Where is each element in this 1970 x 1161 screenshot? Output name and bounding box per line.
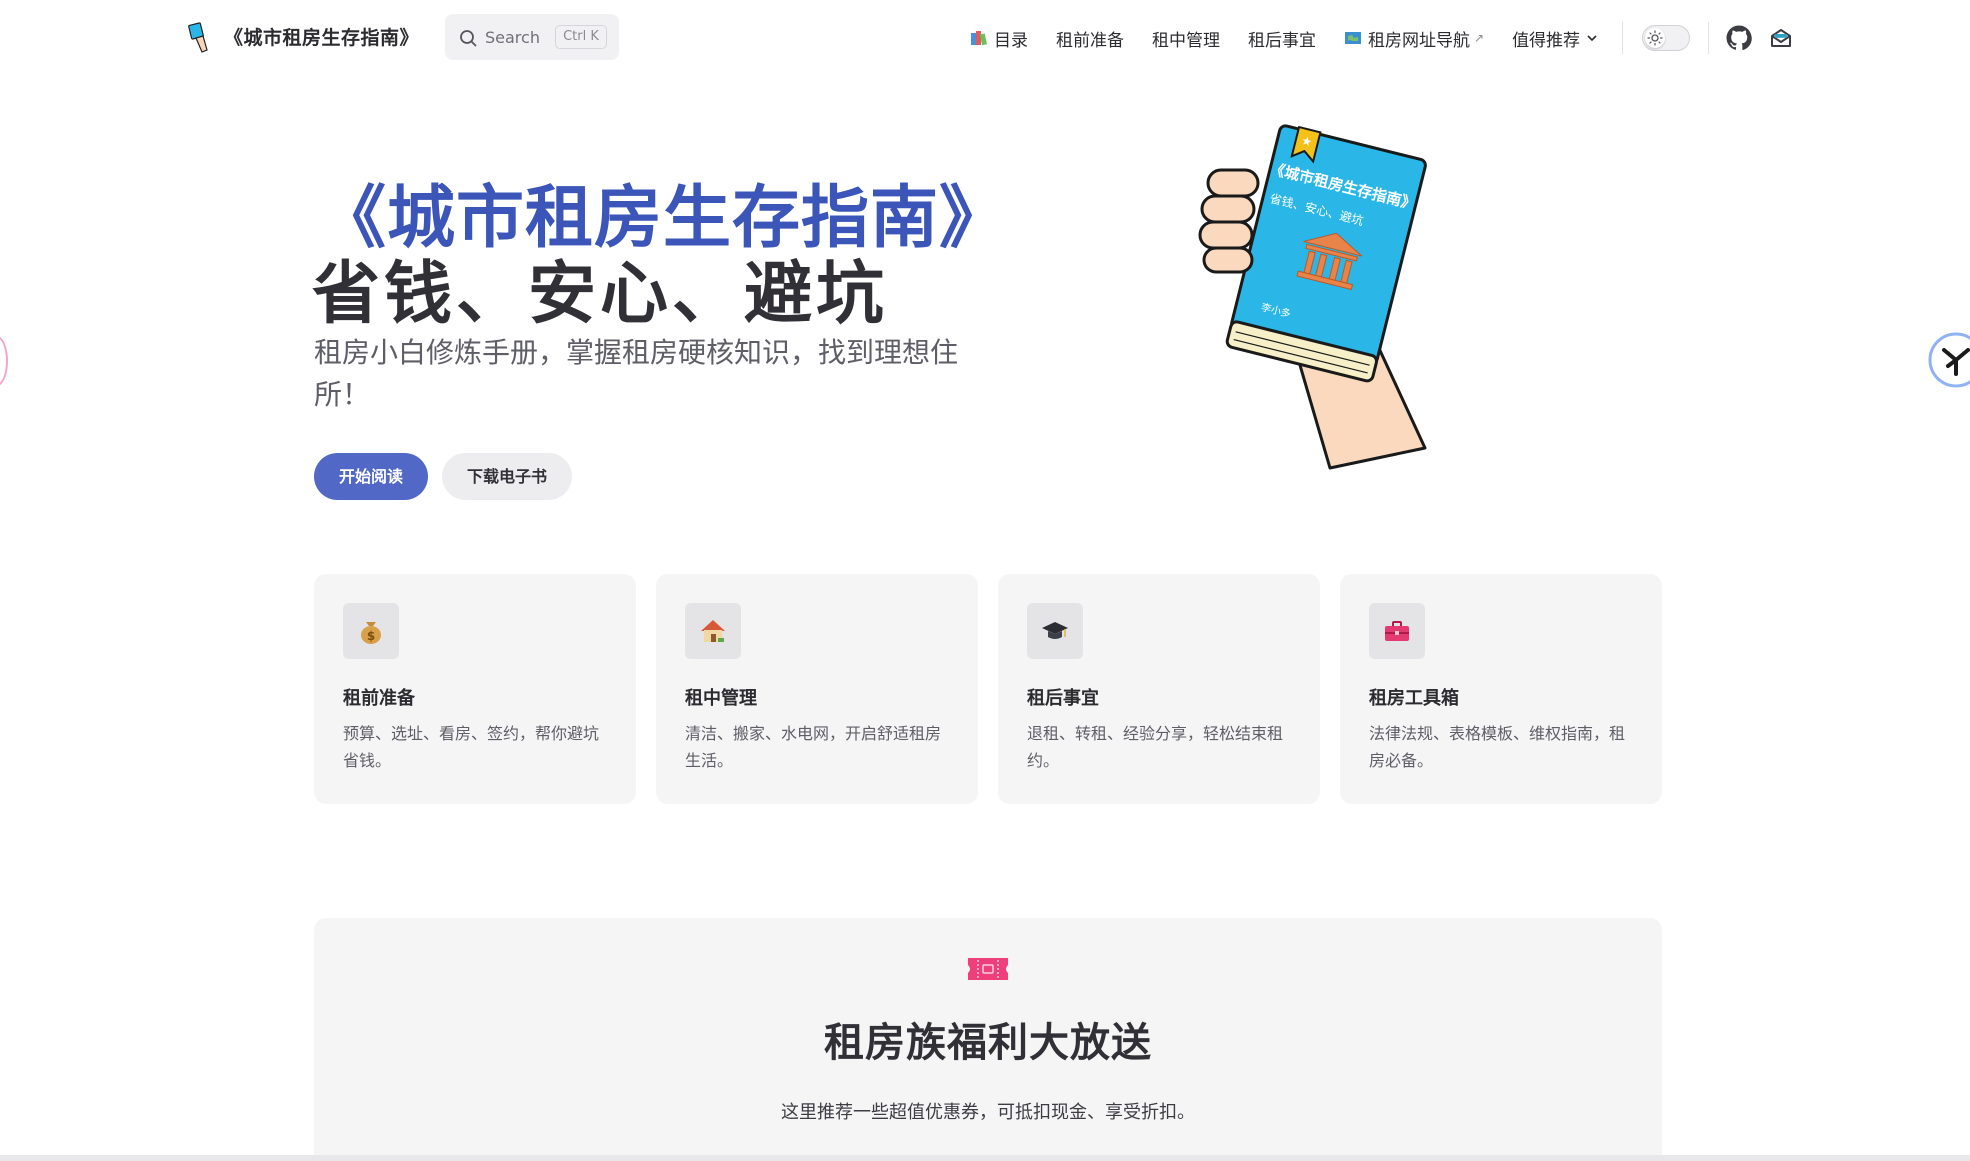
hero-tagline: 租房小白修炼手册，掌握租房硬核知识，找到理想住所！ bbox=[314, 336, 959, 411]
nav-link-label: 租房网址导航 bbox=[1368, 30, 1470, 51]
start-reading-button[interactable]: 开始阅读 bbox=[314, 453, 428, 500]
ticket-icon bbox=[968, 958, 1008, 980]
feature-title: 租前准备 bbox=[343, 688, 415, 709]
chevron-down-icon bbox=[1587, 35, 1597, 42]
feature-title: 租房工具箱 bbox=[1369, 688, 1459, 709]
books-icon bbox=[971, 31, 987, 46]
nav-link-site-directory[interactable]: 租房网址导航 ↗ bbox=[1344, 26, 1484, 51]
nav-link-label: 租中管理 bbox=[1152, 30, 1220, 51]
hero-subtitle: 省钱、安心、避坑 bbox=[312, 255, 889, 334]
house-icon bbox=[701, 620, 725, 642]
feature-icon-box bbox=[1027, 603, 1083, 659]
feature-desc: 预算、选址、看房、签约，帮你避坑省钱。 bbox=[343, 724, 600, 770]
feature-desc: 法律法规、表格模板、维权指南，租房必备。 bbox=[1369, 724, 1626, 770]
promo-title: 租房族福利大放送 bbox=[824, 1020, 1152, 1066]
nav-divider bbox=[1622, 22, 1623, 54]
feature-icon-box: $ bbox=[343, 603, 399, 659]
feature-icon-box bbox=[1369, 603, 1425, 659]
money-bag-icon: $ bbox=[361, 622, 381, 644]
nav-link-label: 租后事宜 bbox=[1248, 30, 1316, 51]
feature-desc: 清洁、搬家、水电网，开启舒适租房生活。 bbox=[685, 724, 942, 770]
left-floating-handle[interactable] bbox=[0, 336, 8, 386]
toolbox-icon bbox=[1385, 621, 1409, 641]
nav-link-post-rent[interactable]: 租后事宜 bbox=[1248, 26, 1316, 51]
feature-card-pre-rent[interactable]: $ 租前准备 预算、选址、看房、签约，帮你避坑省钱。 bbox=[314, 574, 636, 804]
mail-icon[interactable] bbox=[1769, 26, 1793, 50]
theme-toggle-knob bbox=[1645, 28, 1665, 48]
nav-link-label: 租前准备 bbox=[1056, 30, 1124, 51]
feature-card-post-rent[interactable]: 租后事宜 退租、转租、经验分享，轻松结束租约。 bbox=[998, 574, 1320, 804]
floating-assistant-icon[interactable] bbox=[1926, 330, 1970, 390]
nav-link-catalog[interactable]: 目录 bbox=[970, 26, 1028, 51]
search-label: Search bbox=[485, 28, 540, 47]
logo-icon[interactable] bbox=[186, 22, 210, 54]
bottom-edge bbox=[0, 1155, 1970, 1161]
feature-title: 租后事宜 bbox=[1027, 688, 1099, 709]
sun-icon bbox=[1647, 30, 1663, 46]
nav-link-during-rent[interactable]: 租中管理 bbox=[1152, 26, 1220, 51]
hero-book-illustration: ★ 《城市租房生存指南》 省钱、安心、避坑 李小多 bbox=[1198, 124, 1427, 470]
map-icon bbox=[1345, 32, 1361, 44]
feature-title: 租中管理 bbox=[685, 688, 757, 709]
nav-link-label: 目录 bbox=[994, 30, 1028, 51]
graduation-cap-icon bbox=[1042, 622, 1068, 639]
nav-links: 目录 租前准备 租中管理 租后事宜 租房网址导航 ↗ 值得推荐 bbox=[970, 0, 1626, 76]
promo-section: 租房族福利大放送 这里推荐一些超值优惠券，可抵扣现金、享受折扣。 bbox=[314, 918, 1662, 1161]
nav-divider bbox=[1708, 22, 1709, 54]
nav-link-recommended[interactable]: 值得推荐 bbox=[1512, 26, 1598, 51]
feature-card-toolbox[interactable]: 租房工具箱 法律法规、表格模板、维权指南，租房必备。 bbox=[1340, 574, 1662, 804]
top-nav: 《城市租房生存指南》 Search Ctrl K 目录 租前准备 租中管理 租后… bbox=[0, 0, 1970, 76]
external-link-icon: ↗ bbox=[1474, 31, 1485, 45]
search-shortcut: Ctrl K bbox=[555, 25, 607, 49]
site-title[interactable]: 《城市租房生存指南》 bbox=[224, 23, 419, 50]
svg-text:$: $ bbox=[367, 629, 375, 643]
search-icon bbox=[460, 30, 477, 47]
feature-card-during-rent[interactable]: 租中管理 清洁、搬家、水电网，开启舒适租房生活。 bbox=[656, 574, 978, 804]
theme-toggle[interactable] bbox=[1642, 25, 1690, 51]
nav-link-pre-rent[interactable]: 租前准备 bbox=[1056, 26, 1124, 51]
feature-desc: 退租、转租、经验分享，轻松结束租约。 bbox=[1027, 724, 1284, 770]
download-ebook-button[interactable]: 下载电子书 bbox=[442, 453, 572, 500]
search-button[interactable]: Search Ctrl K bbox=[445, 14, 619, 60]
feature-icon-box bbox=[685, 603, 741, 659]
github-icon[interactable] bbox=[1726, 25, 1752, 51]
nav-link-label: 值得推荐 bbox=[1512, 30, 1581, 51]
promo-subtitle: 这里推荐一些超值优惠券，可抵扣现金、享受折扣。 bbox=[781, 1102, 1195, 1123]
